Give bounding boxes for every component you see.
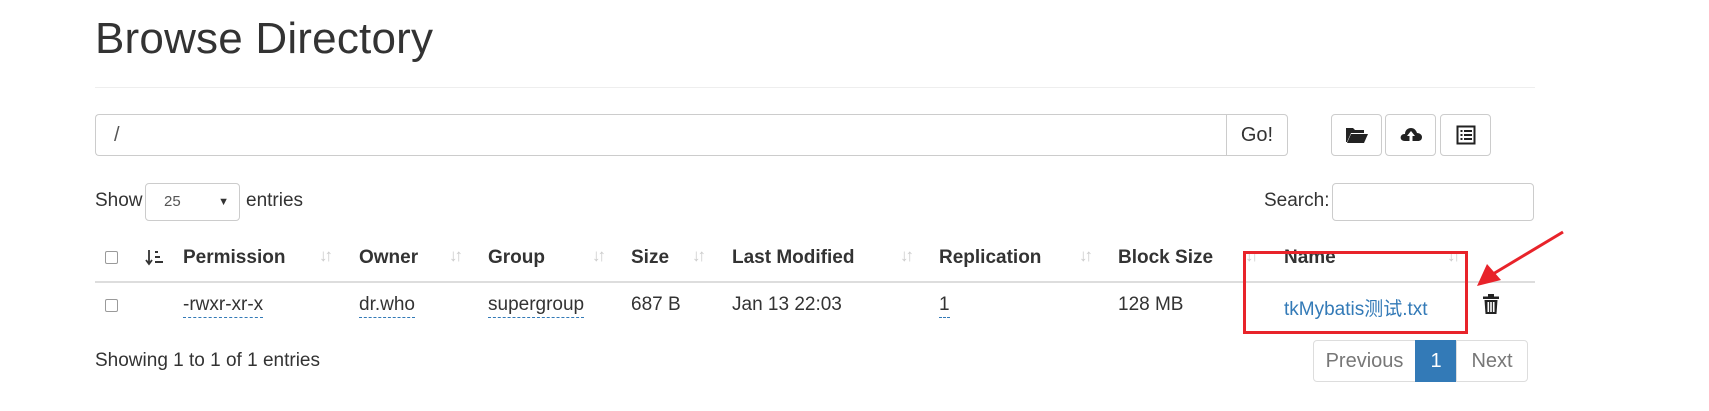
- search-input[interactable]: [1332, 183, 1534, 221]
- next-page-button[interactable]: Next: [1456, 340, 1528, 382]
- page-1-button[interactable]: 1: [1415, 340, 1457, 382]
- sort-ascending-icon[interactable]: [145, 249, 165, 267]
- trash-icon[interactable]: [1481, 293, 1501, 315]
- list-alt-icon: [1456, 125, 1475, 145]
- column-header-permission[interactable]: Permission: [183, 247, 285, 269]
- go-button[interactable]: Go!: [1226, 114, 1288, 156]
- annotation-arrow-icon: [1477, 230, 1564, 286]
- sort-icon[interactable]: ↓↑: [449, 246, 463, 266]
- annotation-highlight-box: [1243, 251, 1468, 334]
- folder-open-icon: [1345, 128, 1368, 143]
- caret-down-icon: ▼: [218, 196, 229, 208]
- sort-icon[interactable]: ↓↑: [319, 246, 333, 266]
- page-title: Browse Directory: [95, 14, 434, 63]
- entries-per-page-value: 25: [164, 193, 181, 210]
- column-header-group[interactable]: Group: [488, 247, 545, 269]
- column-header-owner[interactable]: Owner: [359, 247, 418, 269]
- entries-per-page-select[interactable]: 25 ▼: [145, 183, 240, 221]
- column-header-replication[interactable]: Replication: [939, 247, 1041, 269]
- path-bar: Go!: [95, 114, 1288, 156]
- sort-icon[interactable]: ↓↑: [900, 246, 914, 266]
- owner-cell[interactable]: dr.who: [359, 294, 415, 318]
- permission-cell[interactable]: -rwxr-xr-x: [183, 294, 264, 318]
- sort-icon[interactable]: ↓↑: [592, 246, 606, 266]
- previous-page-button[interactable]: Previous: [1313, 340, 1416, 382]
- group-cell[interactable]: supergroup: [488, 294, 585, 318]
- title-divider: [95, 87, 1535, 88]
- show-label: Show: [95, 190, 143, 211]
- column-header-last-modified[interactable]: Last Modified: [732, 247, 854, 269]
- table-info: Showing 1 to 1 of 1 entries: [95, 350, 320, 371]
- sort-icon[interactable]: ↓↑: [1079, 246, 1093, 266]
- replication-cell[interactable]: 1: [939, 294, 950, 318]
- directory-path-input[interactable]: [95, 114, 1226, 156]
- column-header-size[interactable]: Size: [631, 247, 669, 269]
- cloud-upload-icon: [1400, 128, 1422, 143]
- select-all-checkbox[interactable]: [105, 251, 118, 264]
- create-directory-button[interactable]: [1331, 114, 1382, 156]
- row-checkbox[interactable]: [105, 299, 118, 312]
- upload-file-button[interactable]: [1385, 114, 1436, 156]
- pagination: Previous 1 Next: [1313, 340, 1528, 382]
- view-details-button[interactable]: [1440, 114, 1491, 156]
- block-size-cell: 128 MB: [1118, 294, 1184, 315]
- entries-label: entries: [246, 190, 304, 211]
- size-cell: 687 B: [631, 294, 681, 315]
- search-label: Search:: [1264, 190, 1330, 211]
- column-header-block-size[interactable]: Block Size: [1118, 247, 1213, 269]
- sort-icon[interactable]: ↓↑: [692, 246, 706, 266]
- last-modified-cell: Jan 13 22:03: [732, 294, 842, 315]
